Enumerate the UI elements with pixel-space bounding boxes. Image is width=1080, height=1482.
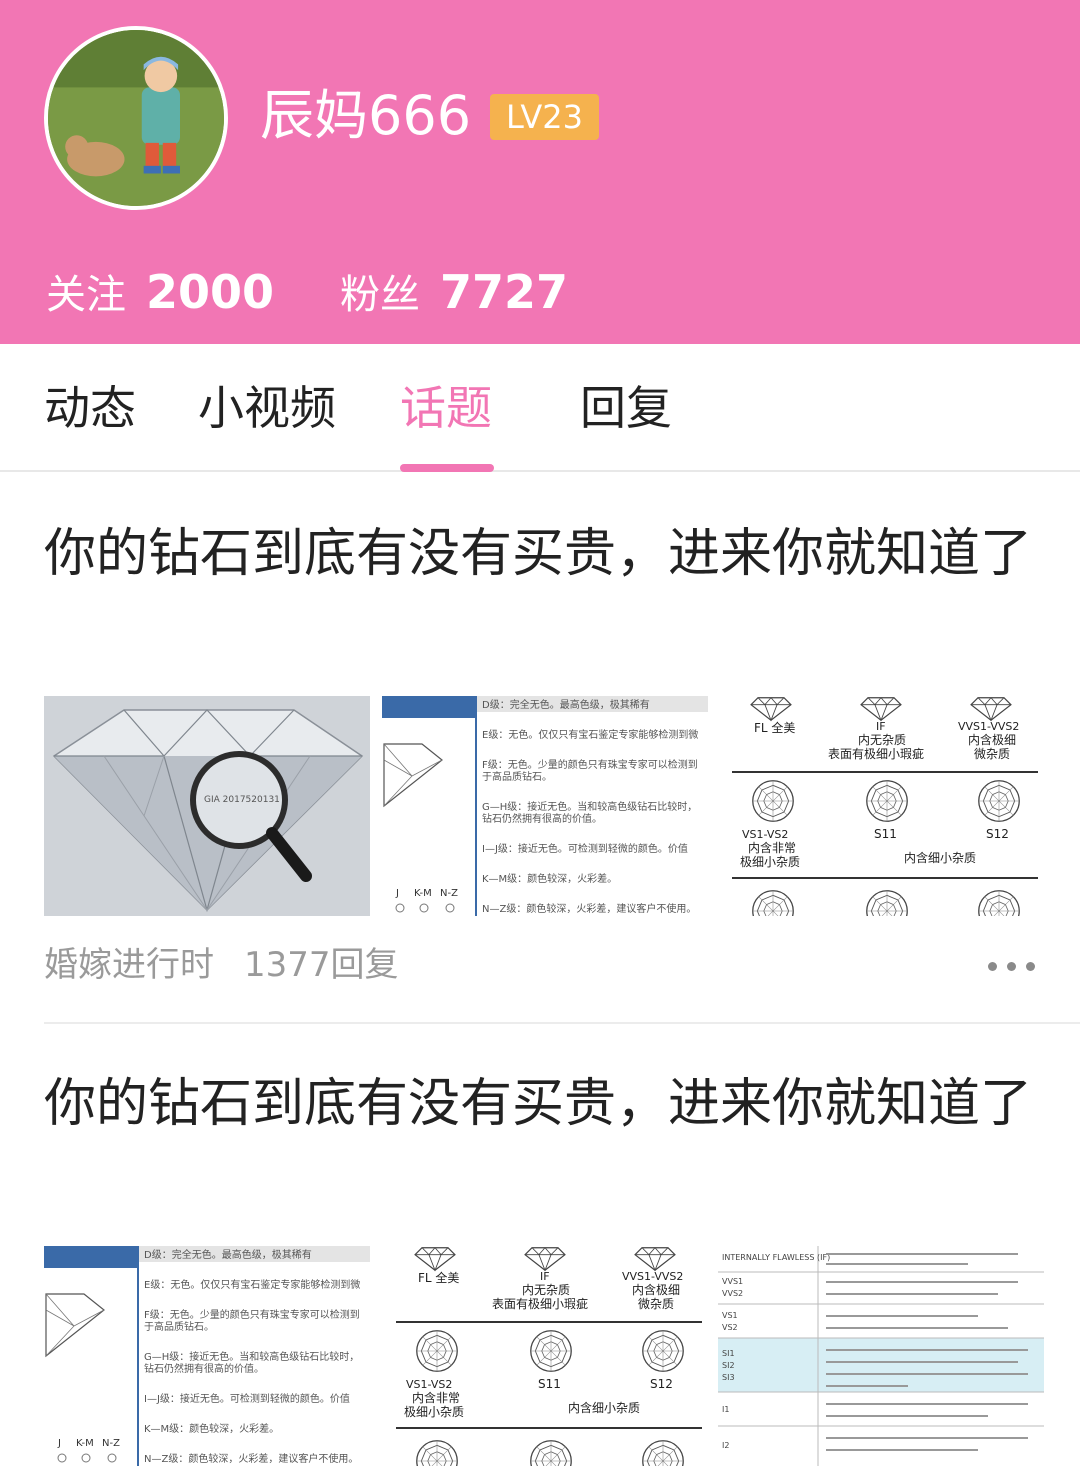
scale-nz: N-Z (440, 888, 458, 899)
post-reply-count: 1377回复 (244, 945, 399, 985)
grade-if: IF (540, 1270, 550, 1283)
clarity-row-i2: I2 (722, 1441, 729, 1450)
post-image-clarity-chart[interactable]: FL 全美 IF 内无杂质 表面有极细小瑕疵 VVS1-VVS2 内含极细 微杂… (718, 696, 1044, 916)
clarity-row-vs2: VS2 (722, 1323, 738, 1332)
grade-if-desc1: 内无杂质 (858, 733, 906, 747)
scale-km: K-M (76, 1438, 94, 1449)
scale-nz: N-Z (102, 1438, 120, 1449)
grade-gh-cont: 钻石仍然拥有很高的价值。 (144, 1362, 264, 1375)
tab-replies[interactable]: 回复 (580, 378, 672, 438)
grade-si1: S11 (538, 1377, 561, 1391)
tab-topics[interactable]: 话题 (400, 378, 492, 438)
avatar-photo (48, 30, 224, 206)
grade-km: K—M级：颜色较深，火彩差。 (144, 1422, 279, 1435)
loupe-inscription: GIA 2017520131 (204, 795, 280, 805)
grade-vvs-desc1: 内含极细 (632, 1282, 680, 1297)
grade-si2: S12 (986, 827, 1009, 841)
grade-gh: G—H级：接近无色。当和较高色级钻石比较时， (482, 800, 697, 813)
fans-count: 7727 (440, 265, 569, 319)
grade-fl: FL 全美 (754, 720, 795, 735)
grade-vvs-desc2: 微杂质 (638, 1297, 674, 1311)
grade-fl: FL 全美 (418, 1270, 459, 1285)
clarity-row-vvs2: VVS2 (722, 1289, 743, 1298)
clarity-row-vs1: VS1 (722, 1311, 738, 1320)
post-category[interactable]: 婚嫁进行时 (44, 945, 214, 985)
following-label: 关注 (46, 272, 126, 318)
following-stat[interactable]: 关注 2000 (46, 262, 274, 333)
level-badge: LV23 (490, 94, 599, 140)
grade-f: F级：无色。少量的颜色只有珠宝专家可以检测到 (482, 758, 698, 771)
username: 辰妈666 (260, 84, 472, 147)
grade-vs-desc2: 极细小杂质 (740, 855, 800, 869)
scale-j: J (395, 888, 399, 899)
active-tab-indicator (400, 464, 494, 472)
post-images: J K-M N-Z D级：完全无色。最高色级，极其稀有 E级：无色。仅仅只有宝石… (44, 1246, 1044, 1466)
grade-f-cont: 于高品质钻石。 (144, 1320, 214, 1333)
grade-ij: I—J级：接近无色。可检测到轻微的颜色。价值 (482, 842, 688, 855)
post-divider (44, 1022, 1080, 1024)
grade-f: F级：无色。少量的颜色只有珠宝专家可以检测到 (144, 1308, 360, 1321)
clarity-row-si2: SI2 (722, 1361, 735, 1370)
grade-e: E级：无色。仅仅只有宝石鉴定专家能够检测到微 (482, 728, 698, 741)
tab-short-video[interactable]: 小视频 (198, 378, 336, 438)
grade-gh: G—H级：接近无色。当和较高色级钻石比较时， (144, 1350, 359, 1363)
grade-si-desc: 内含细小杂质 (904, 850, 976, 865)
clarity-row-si1: SI1 (722, 1349, 735, 1358)
grade-vs: VS1-VS2 (406, 1378, 452, 1391)
grade-vs: VS1-VS2 (742, 828, 788, 841)
scale-km: K-M (414, 888, 432, 899)
fans-stat[interactable]: 粉丝 7727 (340, 262, 568, 333)
grade-vvs-desc1: 内含极细 (968, 732, 1016, 747)
more-options-icon[interactable] (988, 956, 1036, 976)
grade-if: IF (876, 720, 886, 733)
post-image-clarity-table[interactable]: INTERNALLY FLAWLESS (IF) VVS1 VVS2 VS1 V… (718, 1246, 1044, 1466)
grade-vs-desc2: 极细小杂质 (404, 1405, 464, 1419)
profile-header: 辰妈666 LV23 关注 2000 粉丝 7727 (0, 0, 1080, 344)
post-images: GIA 2017520131 J K-M N-Z D级：完全无色。最高色级，极其… (44, 696, 1044, 916)
clarity-row-i1: I1 (722, 1405, 729, 1414)
grade-if-desc2: 表面有极细小瑕疵 (828, 746, 924, 761)
grade-ij: I—J级：接近无色。可检测到轻微的颜色。价值 (144, 1392, 350, 1405)
following-count: 2000 (146, 265, 275, 319)
grade-vs-desc1: 内含非常 (412, 1390, 460, 1405)
post-image-color-grades[interactable]: J K-M N-Z D级：完全无色。最高色级，极其稀有 E级：无色。仅仅只有宝石… (382, 696, 708, 916)
avatar[interactable] (44, 26, 228, 210)
grade-gh-cont: 钻石仍然拥有很高的价值。 (482, 812, 602, 825)
grade-if-desc2: 表面有极细小瑕疵 (492, 1296, 588, 1311)
clarity-row-if: INTERNALLY FLAWLESS (IF) (722, 1253, 830, 1262)
post-title[interactable]: 你的钻石到底有没有买贵，进来你就知道了 (44, 1066, 1044, 1142)
clarity-row-vvs1: VVS1 (722, 1277, 743, 1286)
grade-vvs: VVS1-VVS2 (622, 1270, 683, 1283)
grade-vs-desc1: 内含非常 (748, 840, 796, 855)
post-image-clarity-chart[interactable]: FL 全美 IF 内无杂质 表面有极细小瑕疵 VVS1-VVS2 内含极细 微杂… (382, 1246, 708, 1466)
grade-nz: N—Z级：颜色较深，火彩差，建议客户不使用。 (144, 1452, 358, 1465)
post-image-color-grades[interactable]: J K-M N-Z D级：完全无色。最高色级，极其稀有 E级：无色。仅仅只有宝石… (44, 1246, 370, 1466)
grade-si1: S11 (874, 827, 897, 841)
post-meta: 婚嫁进行时 1377回复 (44, 940, 399, 990)
grade-e: E级：无色。仅仅只有宝石鉴定专家能够检测到微 (144, 1278, 360, 1291)
post-title[interactable]: 你的钻石到底有没有买贵，进来你就知道了 (44, 516, 1044, 592)
clarity-row-si3: SI3 (722, 1373, 735, 1382)
grade-km: K—M级：颜色较深，火彩差。 (482, 872, 617, 885)
fans-label: 粉丝 (340, 272, 420, 318)
grade-si-desc: 内含细小杂质 (568, 1400, 640, 1415)
grade-si2: S12 (650, 1377, 673, 1391)
grade-vvs: VVS1-VVS2 (958, 720, 1019, 733)
tab-dynamics[interactable]: 动态 (44, 378, 136, 438)
post-image-diamond-loupe[interactable]: GIA 2017520131 (44, 696, 370, 916)
grade-d: D级：完全无色。最高色级，极其稀有 (144, 1248, 312, 1261)
grade-f-cont: 于高品质钻石。 (482, 770, 552, 783)
grade-if-desc1: 内无杂质 (522, 1283, 570, 1297)
tab-bar: 动态 小视频 话题 回复 (0, 344, 1080, 472)
grade-vvs-desc2: 微杂质 (974, 747, 1010, 761)
grade-d: D级：完全无色。最高色级，极其稀有 (482, 698, 650, 711)
scale-j: J (57, 1438, 61, 1449)
grade-nz: N—Z级：颜色较深，火彩差，建议客户不使用。 (482, 902, 696, 915)
